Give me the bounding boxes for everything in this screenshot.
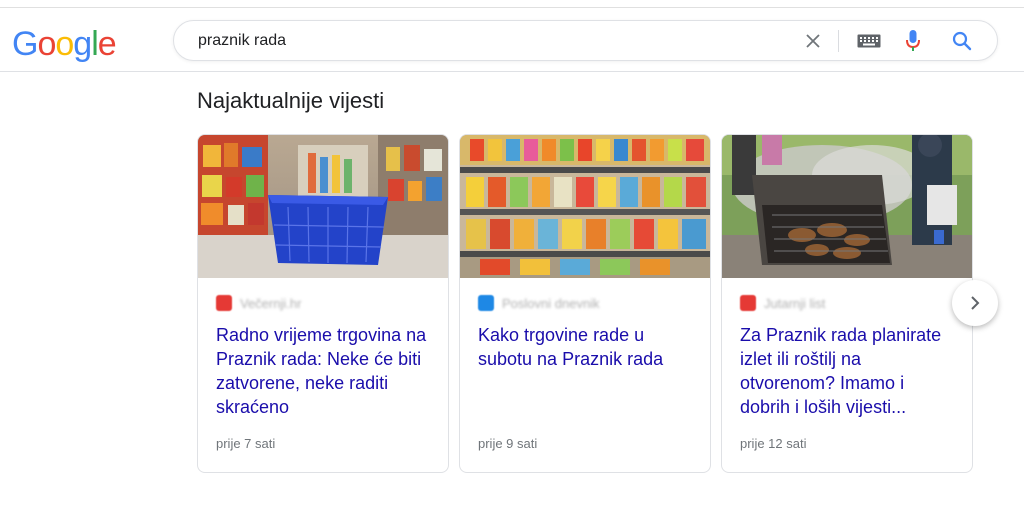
logo-letter: g [73,25,92,63]
logo-letter: o [55,25,74,63]
news-timestamp: prije 7 sati [216,436,276,451]
browser-top-strip [0,0,1024,8]
search-header: Google praznik rada [0,8,1024,72]
search-input[interactable]: praznik rada [198,32,286,50]
search-divider [838,30,839,52]
news-source: Poslovni dnevnik [478,295,600,311]
news-thumbnail-barbecue[interactable] [722,135,972,278]
news-source: Večernji.hr [216,295,301,311]
logo-letter: o [37,25,56,63]
news-headline-link[interactable]: Za Praznik rada planirate izlet ili rošt… [740,323,958,419]
source-name: Večernji.hr [240,295,302,311]
microphone-icon[interactable] [902,21,924,61]
logo-letter: G [12,25,38,63]
news-timestamp: prije 9 sati [478,436,538,451]
source-favicon [478,295,494,311]
search-box[interactable]: praznik rada [173,20,998,61]
source-favicon [216,295,232,311]
news-headline-link[interactable]: Radno vrijeme trgovina na Praznik rada: … [216,323,434,419]
clear-icon[interactable] [800,21,826,61]
news-source: Jutarnji list [740,295,825,311]
news-headline-link[interactable]: Kako trgovine rade u subotu na Praznik r… [478,323,696,371]
keyboard-icon[interactable] [856,21,882,61]
source-name: Jutarnji list [764,295,826,311]
google-logo[interactable]: Google [12,25,117,63]
source-name: Poslovni dnevnik [502,295,600,311]
news-card[interactable]: Poslovni dnevnik Kako trgovine rade u su… [459,134,711,473]
news-card[interactable]: Jutarnji list Za Praznik rada planirate … [721,134,973,473]
chevron-right-icon [971,296,980,310]
news-thumbnail-shopping-basket[interactable] [198,135,448,278]
carousel-next-button[interactable] [952,280,998,326]
news-thumbnail-store-shelves[interactable] [460,135,710,278]
top-stories-heading: Najaktualnije vijesti [197,88,385,113]
logo-letter: e [97,25,117,63]
search-icon[interactable] [950,21,974,61]
news-card[interactable]: Večernji.hr Radno vrijeme trgovina na Pr… [197,134,449,473]
news-timestamp: prije 12 sati [740,436,807,451]
source-favicon [740,295,756,311]
